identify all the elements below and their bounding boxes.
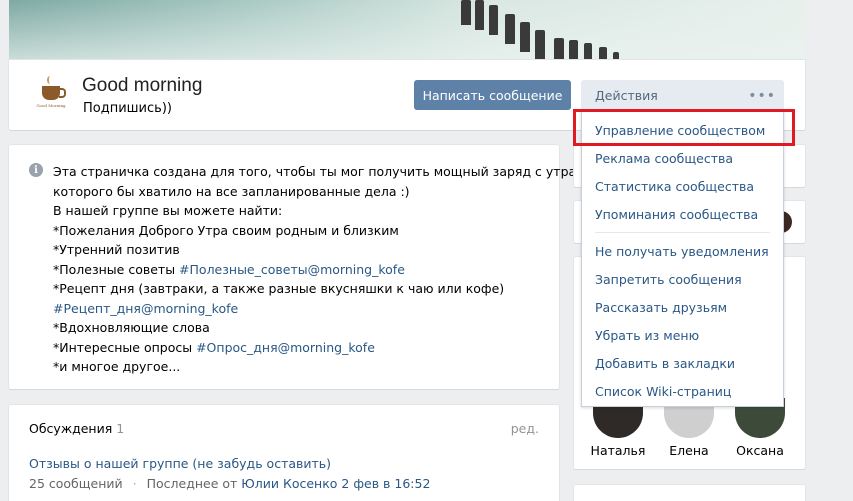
cover-post (569, 40, 578, 60)
cover-post (489, 5, 498, 35)
actions-menu: Управление сообществом Реклама сообществ… (581, 110, 784, 407)
group-description: i Эта страничка создана для того, чтобы … (9, 145, 581, 389)
meta-separator: · (132, 476, 137, 491)
description-line: В нашей группе вы можете найти: (53, 203, 283, 218)
friend-name[interactable]: Наталья (588, 443, 648, 458)
hashtag-link[interactable]: #Опрос_дня@morning_kofe (196, 340, 375, 355)
friend-item[interactable]: Елена (659, 398, 719, 458)
friend-name[interactable]: Елена (659, 443, 719, 458)
description-line: *Вдохновляющие слова (53, 320, 210, 335)
menu-item-community-mentions[interactable]: Упоминания сообщества (582, 200, 783, 228)
steam-icon (47, 76, 53, 84)
highlight-box (573, 109, 795, 146)
right-block (574, 485, 805, 501)
last-prefix: Последнее от (146, 476, 242, 491)
coffee-cup-icon (42, 86, 66, 100)
cover-haze (9, 0, 805, 60)
description-line: *Утренний позитив (53, 242, 180, 257)
discussions-block: Обсуждения 1 ред. Отзывы о нашей группе (… (9, 405, 559, 501)
actions-button[interactable]: Действия ••• (581, 80, 784, 110)
menu-item-remove-from-menu[interactable]: Убрать из меню (582, 321, 783, 349)
description-line: Эта страничка создана для того, чтобы ты… (53, 164, 581, 179)
menu-item-disable-notifications[interactable]: Не получать уведомления (582, 237, 783, 265)
menu-item-wiki-pages[interactable]: Список Wiki-страниц (582, 377, 783, 405)
friend-item[interactable]: Наталья (588, 398, 648, 458)
description-line: *Полезные советы #Полезные_советы@mornin… (53, 260, 543, 280)
discussions-title-label: Обсуждения (29, 421, 113, 436)
description-text-part: *Интересные опросы (53, 339, 197, 355)
cover-post (475, 0, 484, 30)
discussions-title[interactable]: Обсуждения 1 (29, 421, 124, 436)
hashtag-link[interactable]: #Рецепт_дня@morning_kofe (53, 299, 543, 319)
cover-post (535, 30, 545, 60)
description-line: *и многое другое... (53, 359, 181, 374)
messages-count: 25 сообщений (29, 476, 123, 491)
group-name: Good morning (82, 75, 203, 96)
menu-item-community-ads[interactable]: Реклама сообщества (582, 144, 783, 172)
more-dots-icon: ••• (748, 88, 776, 104)
menu-divider (595, 232, 770, 233)
menu-item-community-stats[interactable]: Статистика сообщества (582, 172, 783, 200)
last-time-link[interactable]: 2 фев в 16:52 (337, 476, 430, 491)
cover-post (599, 47, 607, 60)
description-line: *Рецепт дня (завтраки, а также разные вк… (53, 281, 505, 296)
cover-post (461, 0, 471, 25)
friend-name[interactable]: Оксана (730, 443, 790, 458)
cover-post (505, 14, 515, 44)
menu-item-tell-friends[interactable]: Рассказать друзьям (582, 293, 783, 321)
edit-link[interactable]: ред. (511, 421, 539, 436)
cover-post (584, 43, 592, 60)
description-line: *Интересные опросы #Опрос_дня@morning_ko… (53, 338, 543, 358)
avatar-caption: Good Morning (36, 103, 66, 108)
menu-item-add-bookmark[interactable]: Добавить в закладки (582, 349, 783, 377)
last-author-link[interactable]: Юлии Косенко (241, 476, 337, 491)
info-icon: i (29, 163, 43, 177)
discussions-count: 1 (116, 421, 125, 436)
menu-item-block-messages[interactable]: Запретить сообщения (582, 265, 783, 293)
discussion-meta: 25 сообщений · Последнее от Юлии Косенко… (29, 476, 430, 491)
cover-post (554, 38, 564, 60)
cover-post (613, 52, 619, 60)
hashtag-link[interactable]: #Полезные_советы@morning_kofe (179, 262, 405, 277)
cover-post (520, 22, 530, 52)
group-status: Подпишись)) (83, 101, 172, 116)
group-avatar[interactable]: Good Morning (29, 72, 73, 116)
actions-button-label: Действия (595, 87, 658, 103)
description-line: которого бы хватило на все запланированн… (53, 183, 410, 199)
description-line: *Пожелания Доброго Утра своим родным и б… (53, 222, 399, 238)
write-message-button[interactable]: Написать сообщение (414, 80, 571, 110)
cover-image (9, 0, 805, 60)
description-text: Эта страничка создана для того, чтобы ты… (53, 162, 581, 377)
description-text-part: *Полезные советы (53, 261, 180, 277)
discussion-topic-link[interactable]: Отзывы о нашей группе (не забудь оставит… (29, 456, 331, 471)
friend-item[interactable]: Оксана (730, 398, 790, 458)
